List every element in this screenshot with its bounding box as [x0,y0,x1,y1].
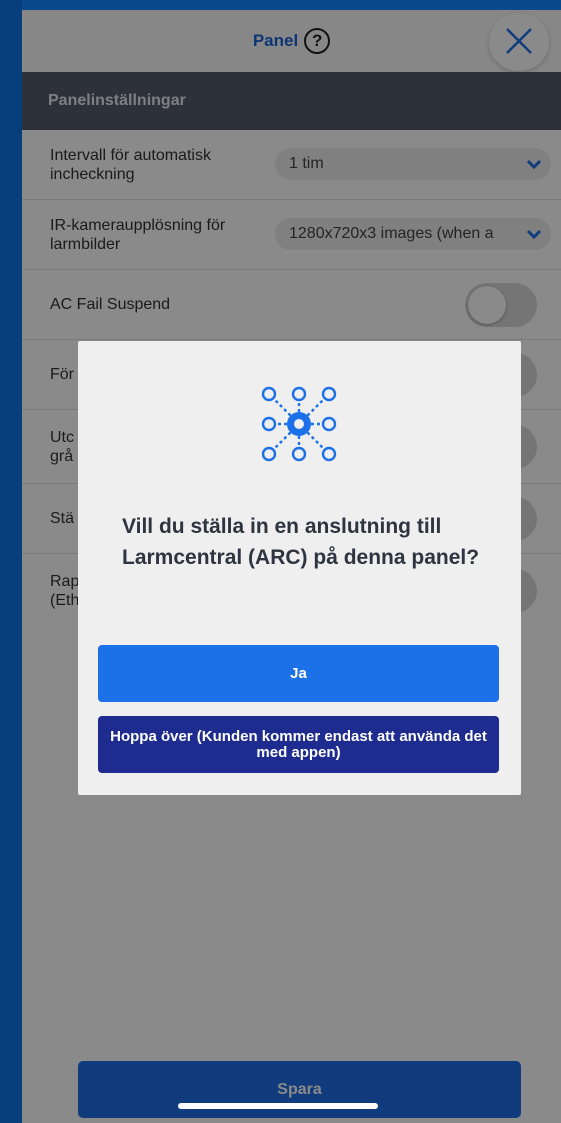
home-indicator [178,1103,378,1109]
arc-connection-dialog: Vill du ställa in en anslutning till Lar… [78,341,521,795]
yes-button[interactable]: Ja [98,645,499,702]
app-window: Panel ? Panelinställningar Intervall för… [22,10,561,1123]
left-edge-strip [0,0,22,1123]
network-hub-icon [261,386,337,462]
dialog-message: Vill du ställa in en anslutning till Lar… [122,515,480,569]
skip-button[interactable]: Hoppa över (Kunden kommer endast att anv… [98,716,499,773]
